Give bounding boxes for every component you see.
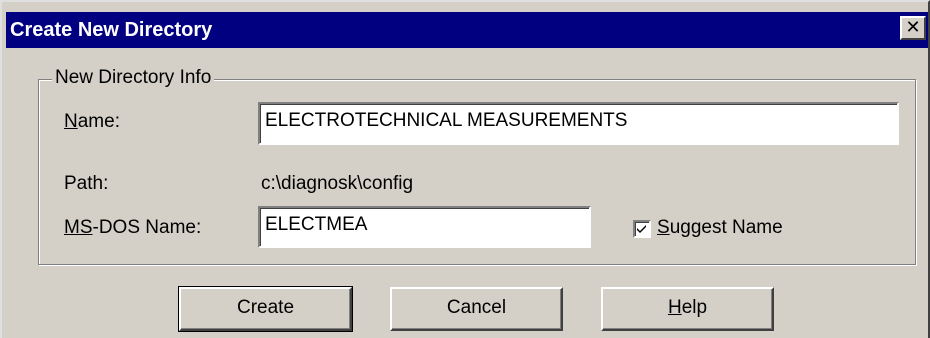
name-field[interactable]: ELECTROTECHNICAL MEASUREMENTS	[258, 102, 899, 145]
msdos-label-mnemonic: MS	[64, 217, 93, 238]
title-bar[interactable]: Create New Directory ✕	[6, 12, 928, 48]
suggest-name-checkbox[interactable]	[633, 220, 651, 238]
suggest-label-mnemonic: S	[657, 217, 670, 238]
create-directory-dialog: Create New Directory ✕ New Directory Inf…	[0, 0, 930, 338]
group-legend: New Directory Info	[52, 66, 215, 90]
name-label-rest: ame:	[77, 111, 120, 132]
create-button[interactable]: Create	[178, 286, 353, 332]
msdos-name-label: MS-DOS Name:	[64, 216, 201, 240]
help-label-rest: elp	[681, 297, 708, 318]
checkmark-icon	[637, 225, 646, 233]
path-label: Path:	[64, 173, 109, 194]
suggest-label-rest: uggest Name	[669, 217, 783, 238]
window-title: Create New Directory	[10, 19, 213, 41]
cancel-button[interactable]: Cancel	[390, 287, 563, 331]
name-label: Name:	[64, 110, 120, 134]
help-button[interactable]: Help	[601, 287, 774, 331]
path-value: c:\diagnosk\config	[261, 173, 414, 194]
help-label-mnemonic: H	[667, 297, 682, 318]
close-button[interactable]: ✕	[900, 16, 926, 40]
suggest-name-label[interactable]: Suggest Name	[657, 216, 783, 240]
name-label-mnemonic: N	[64, 111, 78, 132]
close-icon: ✕	[905, 17, 921, 37]
msdos-label-rest: -DOS Name:	[92, 217, 202, 238]
msdos-name-field[interactable]: ELECTMEA	[258, 206, 591, 248]
